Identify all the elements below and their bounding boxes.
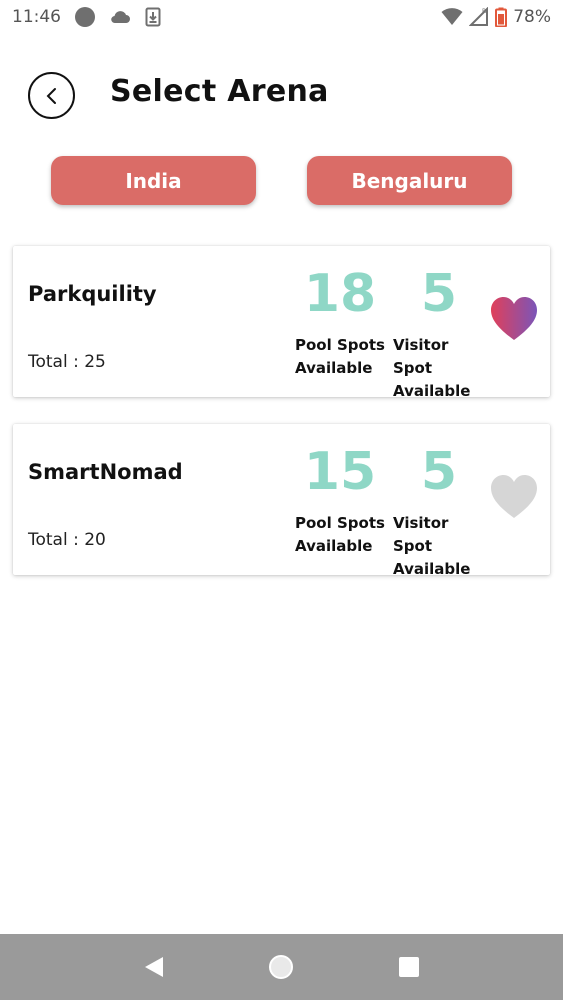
country-selector-button[interactable]: India (51, 156, 256, 205)
battery-icon (495, 7, 508, 27)
back-button[interactable] (28, 72, 75, 119)
city-selector-button[interactable]: Bengaluru (307, 156, 512, 205)
visitor-spots-label-line1: Visitor Spot (393, 336, 449, 377)
triangle-back-icon (144, 957, 163, 977)
pool-spots-label: Pool Spots Available (295, 512, 391, 558)
pool-spots-label-line2: Available (295, 537, 373, 555)
screen: 11:46 R 78% Select Arena India Bengaluru… (0, 0, 563, 1000)
heart-icon[interactable] (490, 474, 538, 522)
visitor-spots-count: 5 (420, 442, 458, 502)
visitor-spots-label-line2: Available (393, 382, 471, 400)
wifi-icon (441, 8, 463, 25)
visitor-spots-label-line1: Visitor Spot (393, 514, 449, 555)
pool-spots-count: 18 (303, 264, 377, 324)
visitor-spots-label: Visitor Spot Available (393, 512, 489, 581)
status-right: R 78% (441, 7, 551, 27)
pool-spots-label-line1: Pool Spots (295, 336, 385, 354)
download-icon (145, 7, 161, 27)
status-time: 11:46 (12, 7, 61, 27)
square-recents-icon (399, 957, 420, 977)
notification-dot-icon (75, 7, 95, 27)
chevron-left-icon (46, 87, 56, 104)
system-nav-bar (0, 934, 563, 1000)
nav-recents-button[interactable] (394, 952, 424, 982)
visitor-spots-label-line2: Available (393, 560, 471, 578)
nav-back-button[interactable] (139, 952, 169, 982)
status-bar: 11:46 R 78% (0, 0, 563, 34)
heart-icon[interactable] (490, 296, 538, 344)
pool-spots-label: Pool Spots Available (295, 334, 391, 380)
arena-card[interactable]: Parkquility Total : 25 18 Pool Spots Ava… (13, 246, 550, 400)
pool-spots-count: 15 (303, 442, 377, 502)
battery-percent: 78% (513, 7, 551, 27)
pool-spots-label-line1: Pool Spots (295, 514, 385, 532)
cloud-icon (111, 11, 130, 24)
status-left: 11:46 (12, 7, 161, 27)
arena-card[interactable]: SmartNomad Total : 20 15 Pool Spots Avai… (13, 424, 550, 578)
arena-total: Total : 25 (28, 352, 106, 372)
page-title: Select Arena (110, 74, 329, 109)
arena-total: Total : 20 (28, 530, 106, 550)
visitor-spots-count: 5 (420, 264, 458, 324)
arena-name: SmartNomad (28, 460, 183, 484)
svg-text:R: R (482, 8, 486, 15)
pool-spots-label-line2: Available (295, 359, 373, 377)
visitor-spots-label: Visitor Spot Available (393, 334, 489, 403)
nav-home-button[interactable] (266, 952, 296, 982)
circle-home-icon (269, 955, 294, 979)
arena-name: Parkquility (28, 282, 157, 306)
signal-icon: R (469, 7, 489, 26)
